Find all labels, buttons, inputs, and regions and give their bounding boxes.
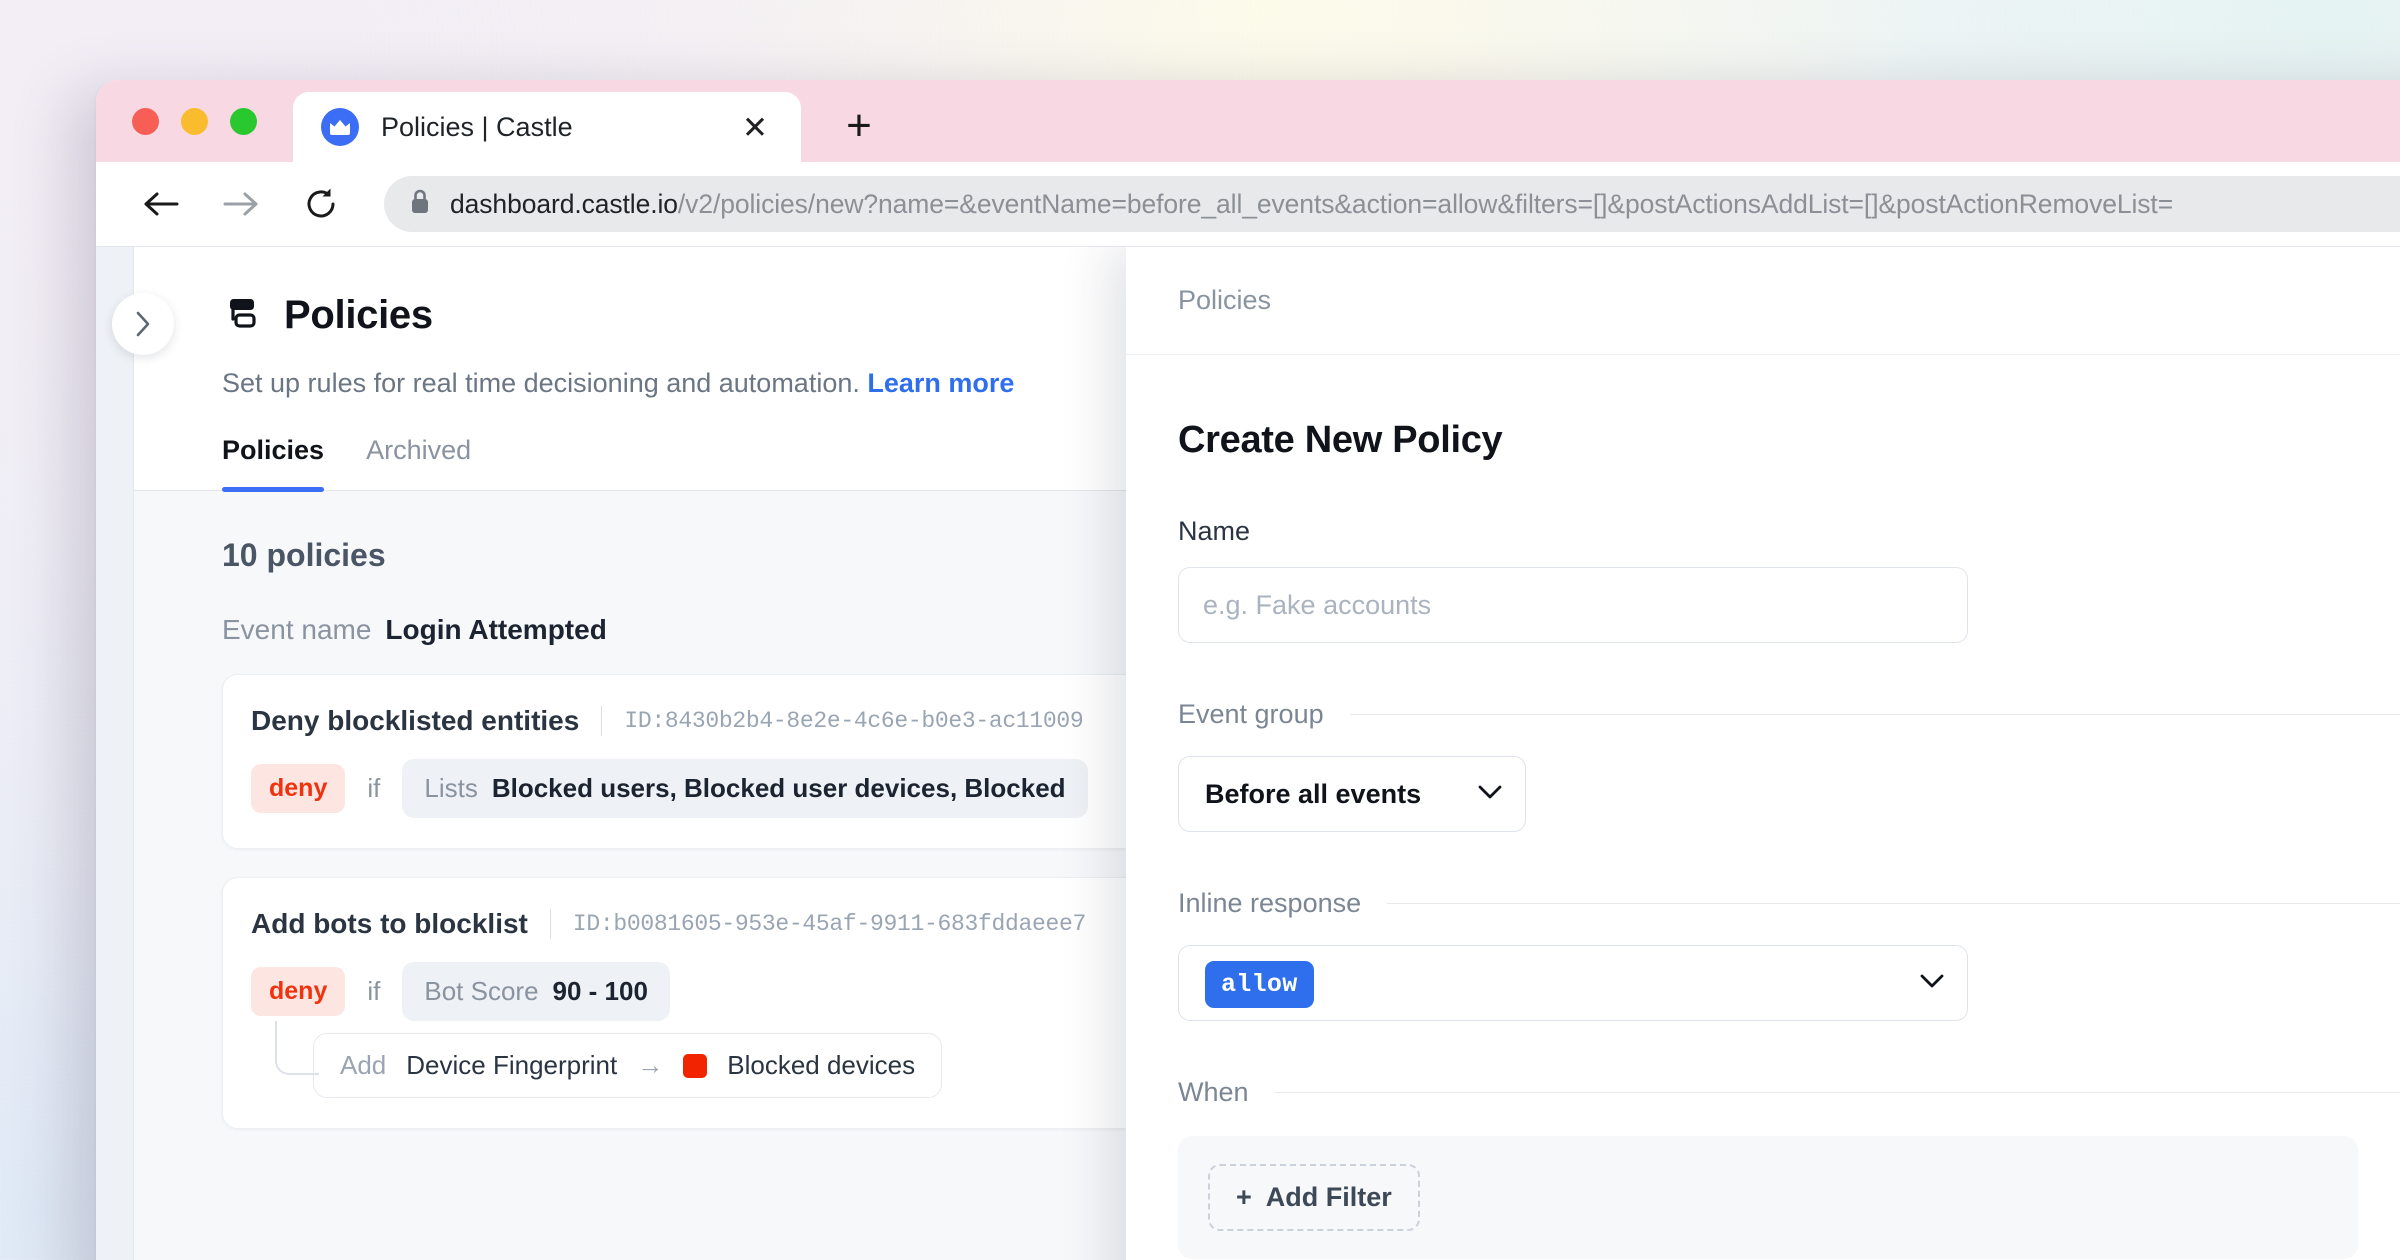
plus-icon: + <box>1236 1182 1252 1212</box>
chevron-down-icon <box>1919 973 1945 994</box>
divider <box>549 909 551 939</box>
policy-name: Add bots to blocklist <box>251 908 528 939</box>
browser-tab[interactable]: Policies | Castle ✕ <box>293 92 801 162</box>
collapsed-sidebar-rail <box>96 247 134 1260</box>
policy-id: ID:8430b2b4-8e2e-4c6e-b0e3-ac11009 <box>624 708 1084 734</box>
maximize-window-button[interactable] <box>230 107 257 135</box>
when-header: When <box>1178 1077 2400 1108</box>
tab-archived[interactable]: Archived <box>366 435 471 490</box>
add-filter-button[interactable]: + Add Filter <box>1208 1164 1420 1231</box>
divider <box>1349 714 2400 715</box>
drawer-body: Create New Policy Name Event group Befor… <box>1126 355 2400 1259</box>
castle-crown-icon <box>321 108 359 146</box>
post-action-entity: Device Fingerprint <box>406 1050 618 1080</box>
event-group-select[interactable]: Before all events <box>1178 756 1526 832</box>
when-section: When + Add Filter <box>1178 1077 2400 1259</box>
create-policy-drawer: Policies Create New Policy Name Event gr… <box>1126 247 2400 1260</box>
browser-toolbar: dashboard.castle.io/v2/policies/new?name… <box>96 162 2400 246</box>
policies-icon <box>222 293 262 338</box>
filters-container: + Add Filter <box>1178 1136 2358 1259</box>
action-badge-deny: deny <box>251 967 346 1016</box>
browser-window: Policies | Castle ✕ + dashboard.castle.i… <box>96 80 2400 1260</box>
post-action-chip[interactable]: Add Device Fingerprint → Blocked devices <box>313 1033 943 1098</box>
tab-title: Policies | Castle <box>381 111 573 142</box>
minimize-window-button[interactable] <box>181 107 208 135</box>
condition-value: 90 - 100 <box>552 976 648 1006</box>
when-label: When <box>1178 1077 1249 1107</box>
inline-response-section: Inline response allow <box>1178 888 2400 1021</box>
event-group-value: Before all events <box>1205 778 1422 809</box>
event-group-header: Event group <box>1178 699 2400 730</box>
condition-label: Bot Score <box>424 976 539 1006</box>
post-action-verb: Add <box>340 1050 387 1080</box>
new-tab-icon[interactable]: + <box>827 94 891 158</box>
tab-policies[interactable]: Policies <box>222 435 325 492</box>
condition-label: Lists <box>424 773 478 803</box>
back-icon[interactable] <box>126 169 196 239</box>
name-label: Name <box>1178 516 1251 546</box>
condition-value: Blocked users, Blocked user devices, Blo… <box>491 773 1066 803</box>
allow-badge: allow <box>1205 961 1314 1008</box>
subtitle-text: Set up rules for real time decisioning a… <box>222 368 860 398</box>
action-badge-deny: deny <box>251 764 346 813</box>
browser-tab-strip: Policies | Castle ✕ + <box>96 80 2400 162</box>
if-keyword: if <box>367 773 381 803</box>
divider <box>1274 1092 2400 1093</box>
policy-id: ID:b0081605-953e-45af-9911-683fddaeee7 <box>572 911 1086 937</box>
list-color-swatch <box>683 1053 708 1078</box>
window-controls <box>132 80 293 162</box>
breadcrumb[interactable]: Policies <box>1178 285 1271 316</box>
policy-name: Deny blocklisted entities <box>251 705 580 736</box>
event-name-value: Login Attempted <box>385 614 607 645</box>
inline-response-value-wrap: allow <box>1205 961 1899 1008</box>
condition-chip[interactable]: Bot Score 90 - 100 <box>402 962 670 1021</box>
condition-chip[interactable]: Lists Blocked users, Blocked user device… <box>402 759 1088 818</box>
drawer-title: Create New Policy <box>1178 419 1503 461</box>
arrow-right-icon: → <box>637 1050 664 1080</box>
app-page: Policies Set up rules for real time deci… <box>96 246 2400 1260</box>
if-keyword: if <box>367 976 381 1006</box>
inline-response-label: Inline response <box>1178 888 1362 918</box>
forward-icon[interactable] <box>206 169 276 239</box>
chevron-down-icon <box>1477 784 1503 805</box>
address-bar-url: dashboard.castle.io/v2/policies/new?name… <box>450 189 2173 220</box>
event-group-section: Event group Before all events <box>1178 699 2400 832</box>
inline-response-header: Inline response <box>1178 888 2400 919</box>
page-title: Policies <box>284 293 433 337</box>
event-name-label: Event name <box>222 614 372 645</box>
address-bar[interactable]: dashboard.castle.io/v2/policies/new?name… <box>384 176 2400 232</box>
connector-line <box>275 1021 319 1075</box>
close-tab-icon[interactable]: ✕ <box>735 107 775 147</box>
close-window-button[interactable] <box>132 107 159 135</box>
name-input[interactable] <box>1178 567 1968 643</box>
expand-sidebar-button[interactable] <box>112 293 174 355</box>
inline-response-select[interactable]: allow <box>1178 945 1968 1021</box>
drawer-header: Policies <box>1126 247 2400 355</box>
post-action-list: Blocked devices <box>727 1050 916 1080</box>
add-filter-label: Add Filter <box>1265 1182 1392 1212</box>
learn-more-link[interactable]: Learn more <box>867 368 1014 398</box>
url-path: /v2/policies/new?name=&eventName=before_… <box>677 188 2174 219</box>
event-group-label: Event group <box>1178 699 1324 729</box>
name-field-group: Name <box>1178 516 2400 643</box>
reload-icon[interactable] <box>286 169 356 239</box>
divider <box>1387 903 2400 904</box>
lock-icon <box>410 189 430 220</box>
divider <box>601 706 603 736</box>
url-domain: dashboard.castle.io <box>450 188 678 219</box>
